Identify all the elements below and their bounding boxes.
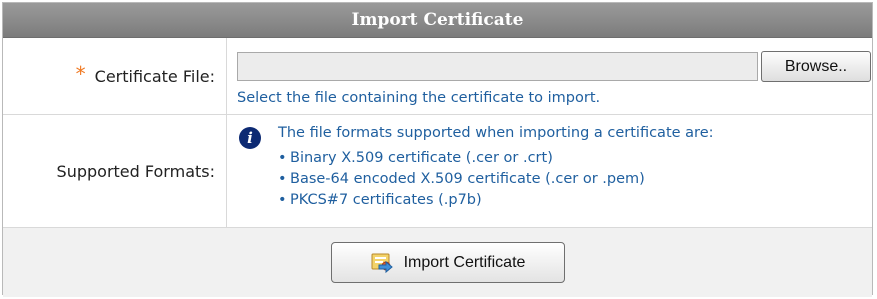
import-certificate-panel: Import Certificate * Certificate File: B… bbox=[2, 2, 873, 297]
certificate-file-hint: Select the file containing the certifica… bbox=[237, 90, 601, 106]
formats-list: • Binary X.509 certificate (.cer or .crt)… bbox=[278, 148, 645, 211]
supported-formats-label: Supported Formats: bbox=[56, 161, 215, 181]
footer-row: Import Certificate bbox=[3, 228, 872, 297]
browse-button[interactable]: Browse.. bbox=[761, 51, 871, 82]
certificate-file-value-cell: Browse.. Select the file containing the … bbox=[227, 38, 872, 114]
list-item: • Base-64 encoded X.509 certificate (.cer… bbox=[278, 169, 645, 190]
bullet-icon: • bbox=[278, 192, 287, 208]
formats-intro-text: The file formats supported when importin… bbox=[278, 125, 714, 141]
supported-formats-label-cell: Supported Formats: bbox=[3, 115, 227, 227]
info-icon: i bbox=[239, 127, 261, 149]
panel-title: Import Certificate bbox=[3, 3, 872, 38]
certificate-file-label: Certificate File: bbox=[94, 66, 215, 86]
certificate-import-icon bbox=[370, 251, 396, 275]
import-certificate-button[interactable]: Import Certificate bbox=[330, 242, 565, 283]
supported-formats-row: Supported Formats: i The file formats su… bbox=[3, 115, 872, 228]
certificate-file-input[interactable] bbox=[237, 52, 758, 81]
list-item: • Binary X.509 certificate (.cer or .crt) bbox=[278, 148, 645, 169]
list-item: • PKCS#7 certificates (.p7b) bbox=[278, 190, 645, 211]
format-item-text: Binary X.509 certificate (.cer or .crt) bbox=[290, 150, 553, 166]
certificate-file-row: * Certificate File: Browse.. Select the … bbox=[3, 38, 872, 115]
import-certificate-button-label: Import Certificate bbox=[403, 253, 526, 271]
bullet-icon: • bbox=[278, 171, 287, 187]
format-item-text: Base-64 encoded X.509 certificate (.cer … bbox=[290, 171, 645, 187]
certificate-file-label-cell: * Certificate File: bbox=[3, 38, 227, 114]
format-item-text: PKCS#7 certificates (.p7b) bbox=[290, 192, 482, 208]
supported-formats-value-cell: i The file formats supported when import… bbox=[227, 115, 872, 227]
bullet-icon: • bbox=[278, 150, 287, 166]
required-star-icon: * bbox=[75, 62, 86, 86]
